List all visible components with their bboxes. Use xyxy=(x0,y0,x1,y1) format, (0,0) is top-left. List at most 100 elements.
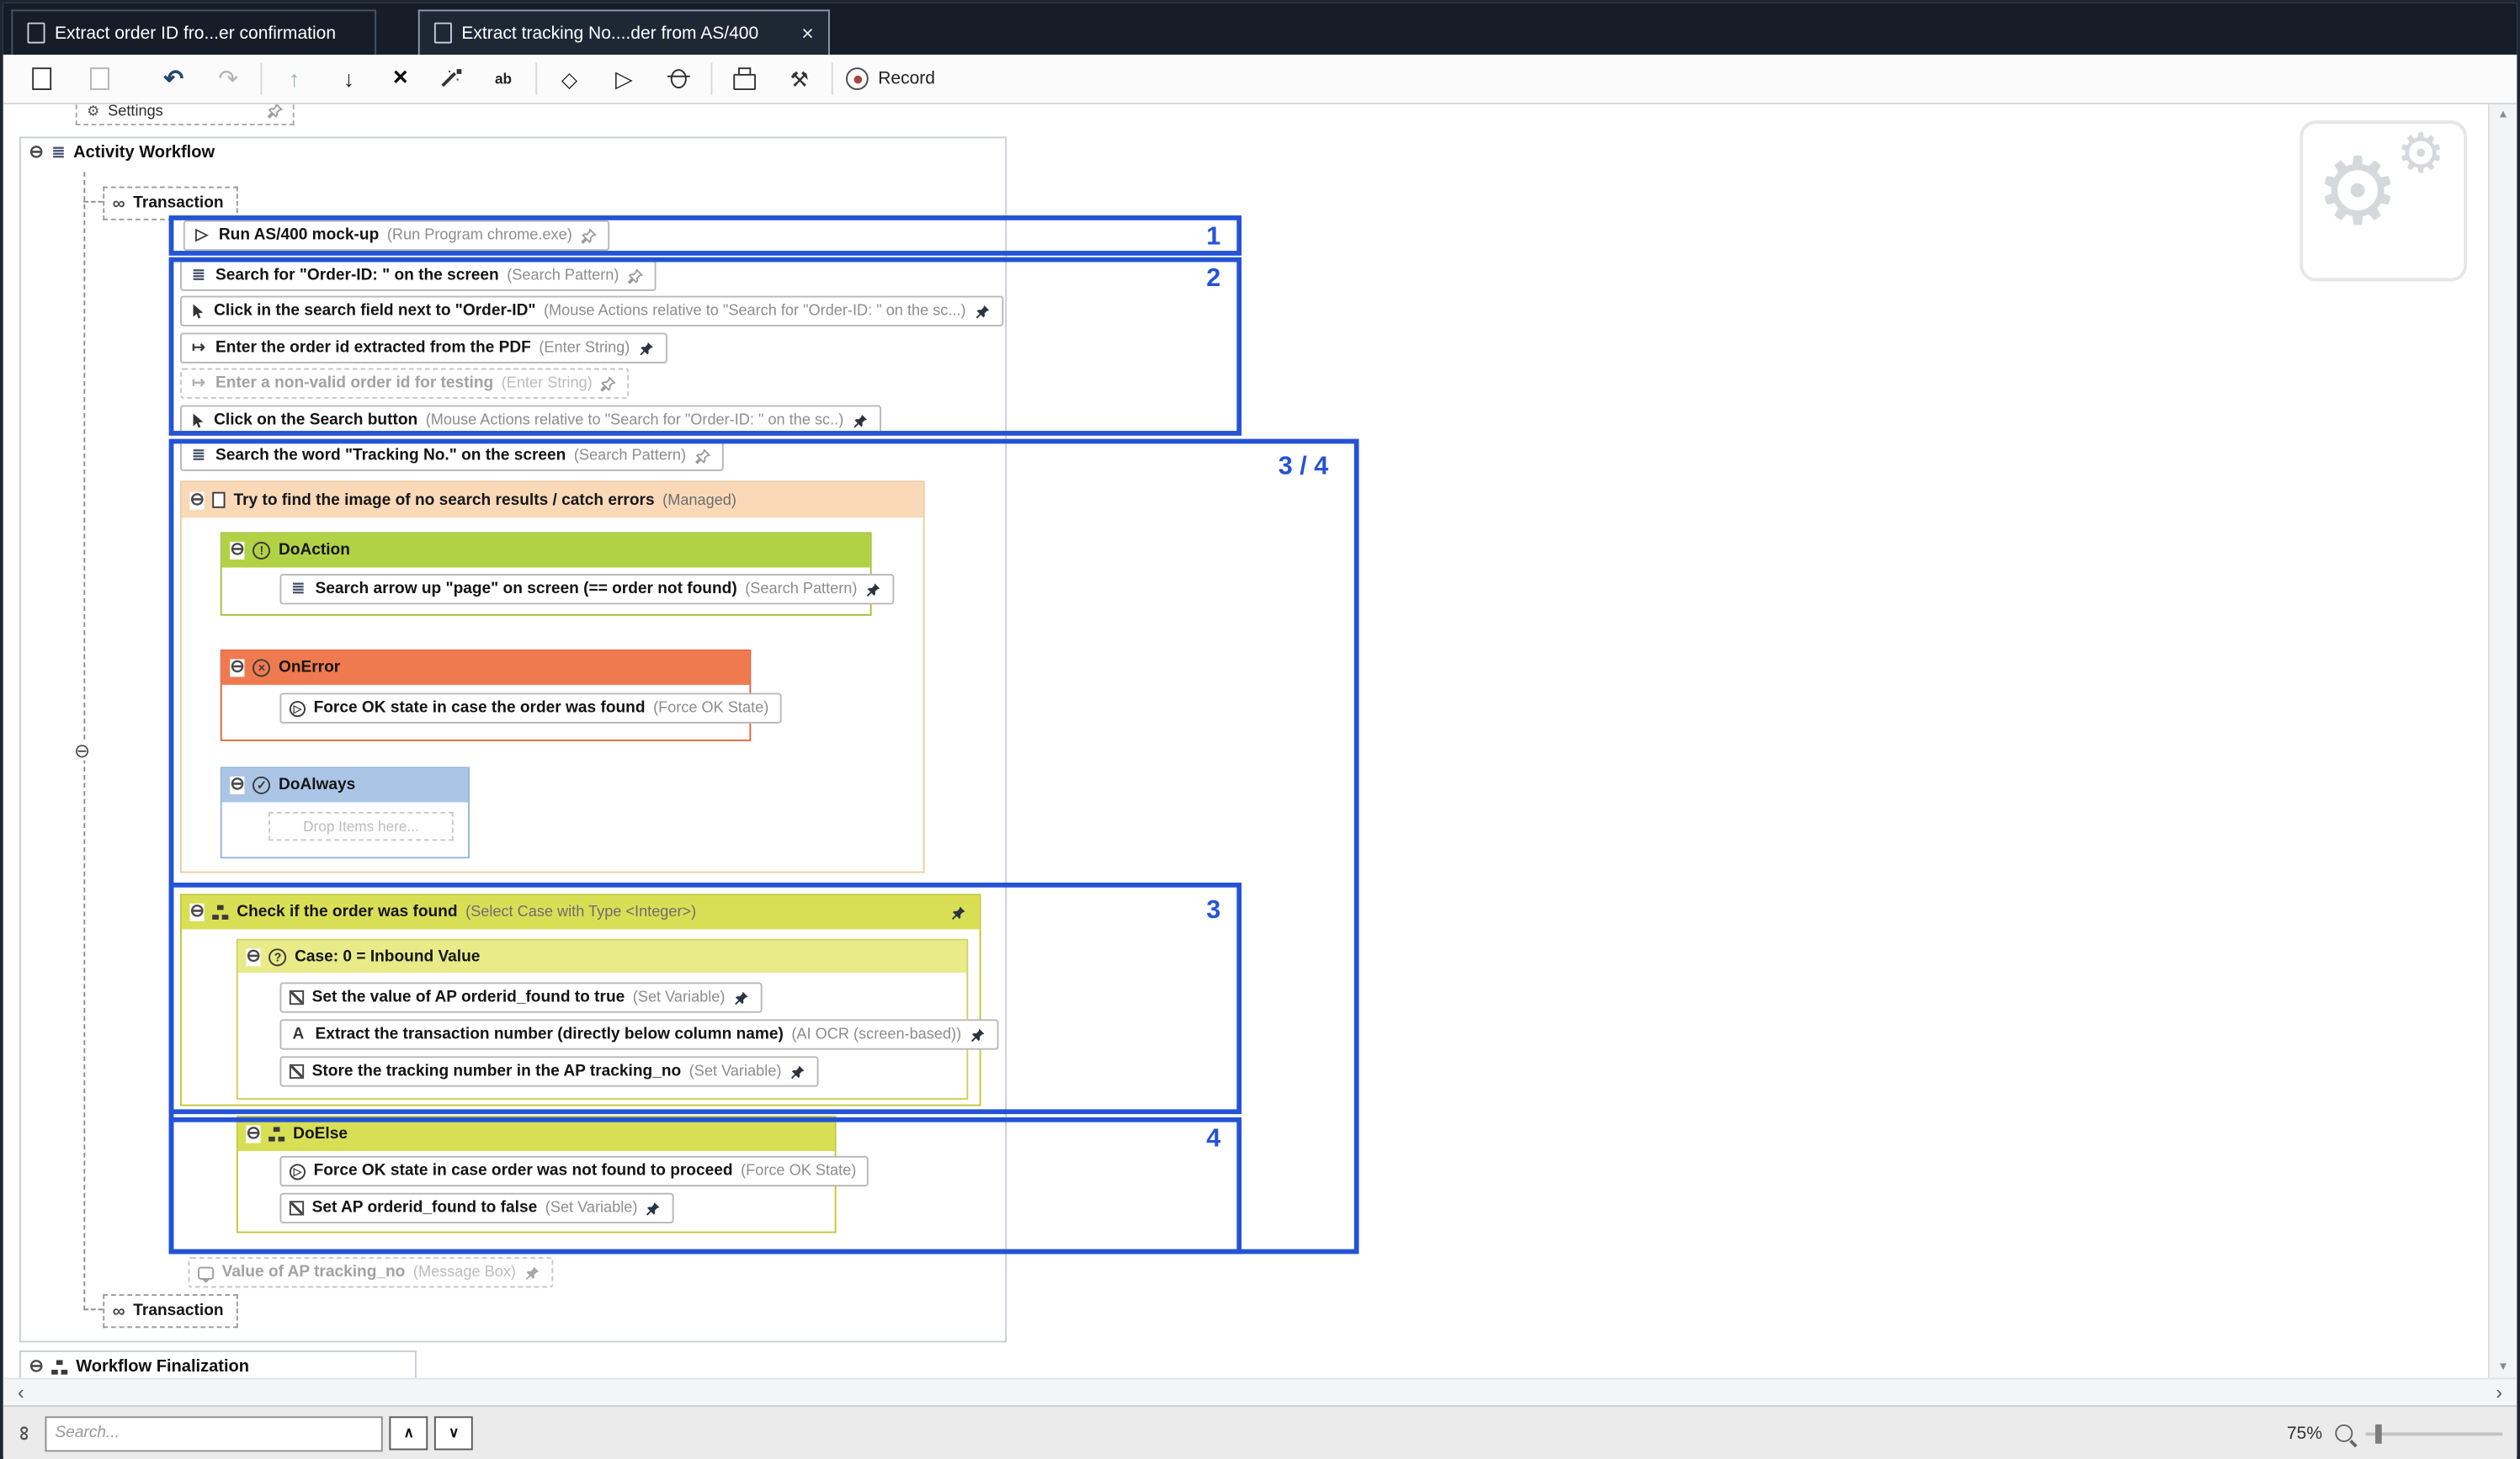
collapse-icon[interactable]: ⊖ xyxy=(246,947,261,965)
collapse-icon[interactable]: ⊖ xyxy=(246,1125,261,1143)
step-label: Store the tracking number in the AP trac… xyxy=(312,1063,682,1080)
step-click-search-button[interactable]: Click on the Search button (Mouse Action… xyxy=(180,405,880,435)
horizontal-scrollbar[interactable]: ‹ › xyxy=(3,1377,2517,1404)
drop-items-placeholder[interactable]: Drop Items here... xyxy=(268,812,454,841)
copy-icon xyxy=(32,67,51,90)
step-message-box-tracking[interactable]: Value of AP tracking_no (Message Box) xyxy=(189,1257,553,1287)
undo-button[interactable]: ↶ xyxy=(154,60,193,98)
pin-icon[interactable] xyxy=(627,268,643,284)
zoom-slider[interactable] xyxy=(2366,1422,2502,1445)
pin-icon[interactable] xyxy=(600,375,616,391)
step-set-orderid-found-true[interactable]: Set the value of AP orderid_found to tru… xyxy=(279,982,762,1012)
vertical-scrollbar[interactable]: ▲ ▼ xyxy=(2488,104,2517,1377)
scroll-up-icon[interactable]: ▲ xyxy=(2497,109,2508,120)
pin-icon[interactable] xyxy=(638,340,654,356)
pin-icon[interactable] xyxy=(733,989,749,1005)
step-type: (Search Pattern) xyxy=(574,447,686,464)
scroll-down-icon[interactable]: ▼ xyxy=(2497,1361,2508,1372)
scroll-left-icon[interactable]: ‹ xyxy=(18,1382,24,1402)
find-previous-button[interactable]: ∧ xyxy=(390,1416,428,1450)
step-click-search-field[interactable]: Click in the search field next to "Order… xyxy=(180,296,1003,326)
search-bar: ∞ ∧ ∨ 75% xyxy=(3,1405,2517,1459)
record-button[interactable]: Record xyxy=(846,60,935,98)
step-store-tracking-number[interactable]: Store the tracking number in the AP trac… xyxy=(279,1056,818,1086)
tools-button[interactable]: ⚒ xyxy=(780,60,819,98)
pin-icon[interactable] xyxy=(974,303,990,319)
pin-icon[interactable] xyxy=(852,412,868,428)
tab-label: Extract order ID fro...er confirmation xyxy=(55,24,336,43)
collapse-icon[interactable]: ⊖ xyxy=(29,1358,44,1376)
copy-button[interactable] xyxy=(23,60,61,98)
pin-icon[interactable] xyxy=(580,227,596,243)
wrench-icon: ⚒ xyxy=(789,68,808,89)
message-box-icon xyxy=(198,1266,214,1279)
search-pattern-icon: ≣ xyxy=(290,581,307,597)
zoom-slider-handle[interactable] xyxy=(2375,1424,2382,1443)
tab-tracking-as400[interactable]: Extract tracking No....der from AS/400 × xyxy=(418,9,830,54)
collapse-icon[interactable]: ⊖ xyxy=(29,144,44,162)
debug-button[interactable] xyxy=(659,60,698,98)
exclamation-icon: ! xyxy=(253,542,270,560)
transaction-node[interactable]: ∞ Transaction xyxy=(103,187,237,220)
step-enter-orderid[interactable]: ↦ Enter the order id extracted from the … xyxy=(180,333,667,363)
doalways-block-header[interactable]: ⊖ ✓ DoAlways xyxy=(222,768,468,802)
case-block-header[interactable]: ⊖ ? Case: 0 = Inbound Value xyxy=(238,941,967,973)
settings-node[interactable]: ⚙ Settings xyxy=(76,104,295,125)
magic-wand-button[interactable] xyxy=(433,60,471,98)
find-next-button[interactable]: ∨ xyxy=(434,1416,473,1450)
pin-icon[interactable] xyxy=(694,448,710,464)
search-input[interactable] xyxy=(45,1415,383,1451)
step-search-tracking[interactable]: ≣ Search the word "Tracking No." on the … xyxy=(180,441,723,471)
workflow-finalization-node[interactable]: ⊖ Workflow Finalization xyxy=(24,1356,254,1378)
workflow-canvas[interactable]: ⚙ ⚙ ⊖ ≣ Activity Workflow ⊖ ⚙ Settings xyxy=(3,104,2488,1377)
step-extract-transaction-number[interactable]: A Extract the transaction number (direct… xyxy=(279,1019,998,1049)
pin-icon[interactable] xyxy=(789,1064,805,1080)
replace-button[interactable]: ab xyxy=(484,60,523,98)
redo-button[interactable]: ↷ xyxy=(209,60,247,98)
collapse-icon[interactable]: ⊖ xyxy=(230,777,245,794)
step-search-arrow-up[interactable]: ≣ Search arrow up "page" on screen (== o… xyxy=(279,574,894,604)
transaction-node[interactable]: ∞ Transaction xyxy=(103,1294,237,1328)
pin-icon[interactable] xyxy=(267,104,283,119)
collapse-icon[interactable]: ⊖ xyxy=(189,491,205,509)
zoom-level: 75% xyxy=(2287,1424,2322,1443)
close-icon[interactable]: × xyxy=(785,23,814,44)
step-label: Search the word "Tracking No." on the sc… xyxy=(215,447,566,464)
doaction-block-header[interactable]: ⊖ ! DoAction xyxy=(222,533,870,567)
step-forceok-not-found[interactable]: ▷ Force OK state in case order was not f… xyxy=(279,1156,869,1186)
step-label: Click in the search field next to "Order… xyxy=(214,302,535,320)
step-forceok-found[interactable]: ▷ Force OK state in case the order was f… xyxy=(279,693,781,724)
step-run-as400[interactable]: ▷ Run AS/400 mock-up (Run Program chrome… xyxy=(183,220,609,251)
pin-icon[interactable] xyxy=(950,905,966,920)
print-button[interactable] xyxy=(726,60,764,98)
scroll-right-icon[interactable]: › xyxy=(2496,1382,2502,1402)
collapse-icon[interactable]: ⊖ xyxy=(189,904,205,921)
breakpoint-button[interactable]: ◇ xyxy=(550,60,588,98)
collapse-icon[interactable]: ⊖ xyxy=(230,542,245,560)
step-search-orderid[interactable]: ≣ Search for "Order-ID: " on the screen … xyxy=(180,261,656,291)
pin-icon[interactable] xyxy=(970,1027,986,1043)
title-bar: Extract order ID fro...er confirmation E… xyxy=(3,3,2517,55)
collapse-icon[interactable]: ⊖ xyxy=(230,659,245,676)
onerror-block-header[interactable]: ⊖ × OnError xyxy=(222,651,750,685)
doelse-block-header[interactable]: ⊖ DoElse xyxy=(238,1117,835,1151)
bug-icon xyxy=(671,69,687,88)
run-button[interactable]: ▷ xyxy=(604,60,643,98)
pin-icon[interactable] xyxy=(865,581,881,597)
tab-order-confirmation[interactable]: Extract order ID fro...er confirmation xyxy=(11,9,376,54)
block-type: (Managed) xyxy=(662,491,736,509)
managed-block-header[interactable]: ⊖ Try to find the image of no search res… xyxy=(182,482,923,517)
select-case-block-header[interactable]: ⊖ Check if the order was found (Select C… xyxy=(182,895,980,929)
move-down-button[interactable]: ↓ xyxy=(330,60,369,98)
step-set-orderid-found-false[interactable]: Set AP orderid_found to false (Set Varia… xyxy=(279,1193,674,1223)
activity-workflow-node[interactable]: ⊖ ≣ Activity Workflow xyxy=(24,141,220,164)
block-label: DoElse xyxy=(293,1125,348,1143)
paste-button[interactable] xyxy=(81,60,120,98)
move-up-button[interactable]: ↑ xyxy=(275,60,314,98)
delete-button[interactable]: × xyxy=(381,60,420,98)
step-enter-invalid-orderid[interactable]: ↦ Enter a non-valid order id for testing… xyxy=(180,369,630,399)
pin-icon[interactable] xyxy=(524,1265,540,1281)
gear-icon: ⚙ xyxy=(87,104,99,119)
collapse-icon[interactable]: ⊖ xyxy=(74,741,90,761)
pin-icon[interactable] xyxy=(646,1200,662,1216)
